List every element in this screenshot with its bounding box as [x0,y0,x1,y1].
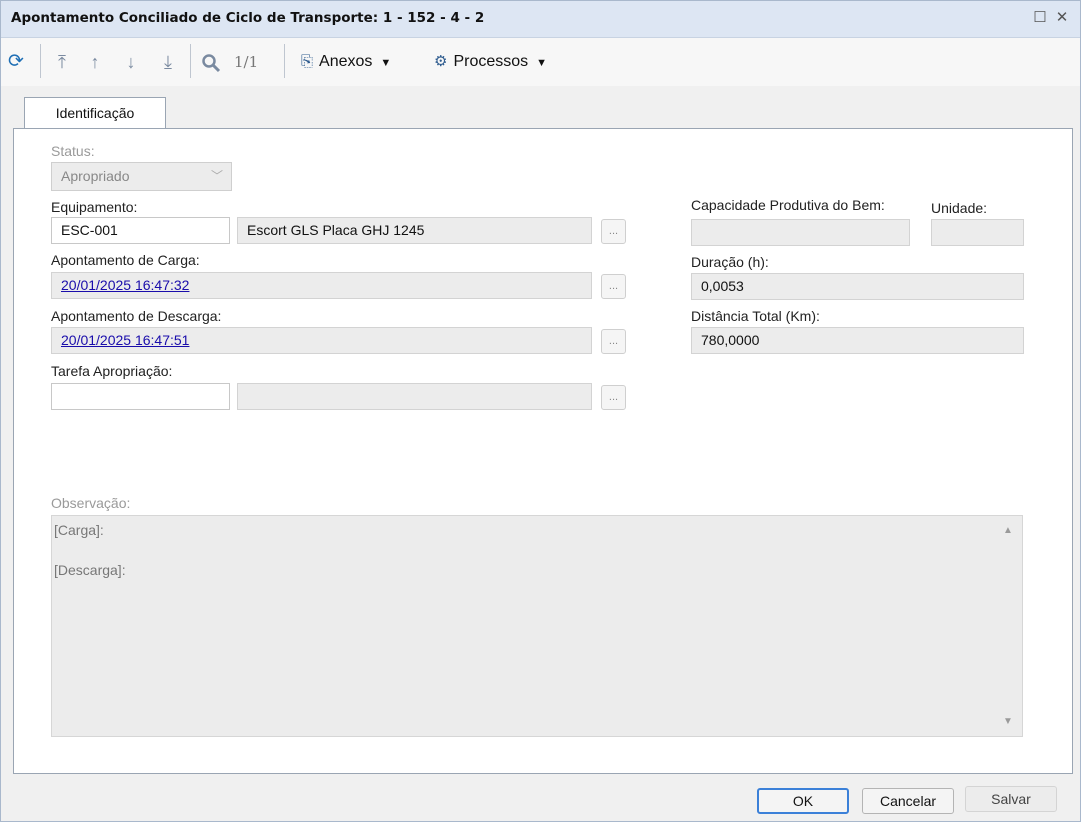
search-icon[interactable] [199,51,223,73]
duracao-field: 0,0053 [691,273,1024,300]
pager-text: 1/1 [234,53,259,71]
capacidade-label: Capacidade Produtiva do Bem: [691,197,885,213]
carga-link[interactable]: 20/01/2025 16:47:32 [61,277,189,293]
next-record-icon[interactable]: ↓ [121,51,141,73]
equipamento-lookup-button[interactable]: ... [601,219,626,244]
caret-down-icon: ▼ [380,57,392,69]
status-value: Apropriado [61,168,130,184]
unidade-field [931,219,1024,246]
save-button[interactable]: Salvar [965,786,1057,812]
gear-icon: ⚙ [434,53,448,70]
descarga-lookup-button[interactable]: ... [601,329,626,354]
tab-identificacao[interactable]: Identificação [24,97,166,129]
status-select: Apropriado ﹀ [51,162,232,191]
carga-lookup-button[interactable]: ... [601,274,626,299]
descarga-field[interactable]: 20/01/2025 16:47:51 [51,327,592,354]
attachments-menu[interactable]: ⎘ Anexos ▼ [301,51,391,73]
carga-label: Apontamento de Carga: [51,252,200,268]
last-record-icon[interactable]: ⤓ [158,51,178,73]
scroll-down-icon[interactable]: ▼ [1003,716,1013,727]
chevron-down-icon: ﹀ [210,169,223,183]
distancia-field: 780,0000 [691,327,1024,354]
attachments-label: Anexos [319,53,373,70]
dialog-footer: OK Cancelar Salvar [1,783,1080,821]
observacao-line: [Descarga]: [54,562,126,578]
window-title: Apontamento Conciliado de Ciclo de Trans… [11,10,485,26]
tarefa-label: Tarefa Apropriação: [51,363,173,379]
equipamento-description-field: Escort GLS Placa GHJ 1245 [237,217,592,244]
processes-label: Processos [453,53,529,70]
observacao-scrollbar[interactable]: ▲ ▼ [996,516,1022,736]
close-icon[interactable]: ✕ [1053,9,1071,27]
first-record-icon[interactable]: ⤒ [52,51,72,73]
tarefa-lookup-button[interactable]: ... [601,385,626,410]
processes-menu[interactable]: ⚙ Processos ▼ [434,51,547,73]
caret-down-icon: ▼ [536,57,548,69]
previous-record-icon[interactable]: ↑ [85,51,105,73]
descarga-label: Apontamento de Descarga: [51,308,222,324]
toolbar-separator [284,44,285,78]
carga-field[interactable]: 20/01/2025 16:47:32 [51,272,592,299]
ok-button[interactable]: OK [757,788,849,814]
refresh-icon[interactable]: ⟳ [5,51,27,73]
unidade-label: Unidade: [931,200,988,216]
observacao-label: Observação: [51,495,131,511]
scroll-up-icon[interactable]: ▲ [1003,525,1013,536]
tab-strip: Identificação [13,97,1071,129]
dialog-window: Apontamento Conciliado de Ciclo de Trans… [0,0,1081,822]
toolbar-separator [40,44,41,78]
equipamento-label: Equipamento: [51,199,138,215]
cancel-button[interactable]: Cancelar [862,788,954,814]
observacao-line: [Carga]: [54,522,104,538]
descarga-link[interactable]: 20/01/2025 16:47:51 [61,332,189,348]
status-label: Status: [51,143,95,159]
tarefa-code-field[interactable] [51,383,230,410]
paperclip-icon: ⎘ [301,53,314,70]
maximize-icon[interactable]: ☐ [1031,9,1049,27]
tarefa-description-field [237,383,592,410]
observacao-textarea[interactable]: [Carga]: [Descarga]: ▲ ▼ [51,515,1023,737]
toolbar-separator [190,44,191,78]
duracao-label: Duração (h): [691,254,769,270]
equipamento-code-field[interactable]: ESC-001 [51,217,230,244]
toolbar: ⟳ ⤒ ↑ ↓ ⤓ 1/1 ⎘ Anexos ▼ ⚙ Processos ▼ [1,38,1080,86]
capacidade-field [691,219,910,246]
title-bar: Apontamento Conciliado de Ciclo de Trans… [1,1,1080,38]
distancia-label: Distância Total (Km): [691,308,820,324]
